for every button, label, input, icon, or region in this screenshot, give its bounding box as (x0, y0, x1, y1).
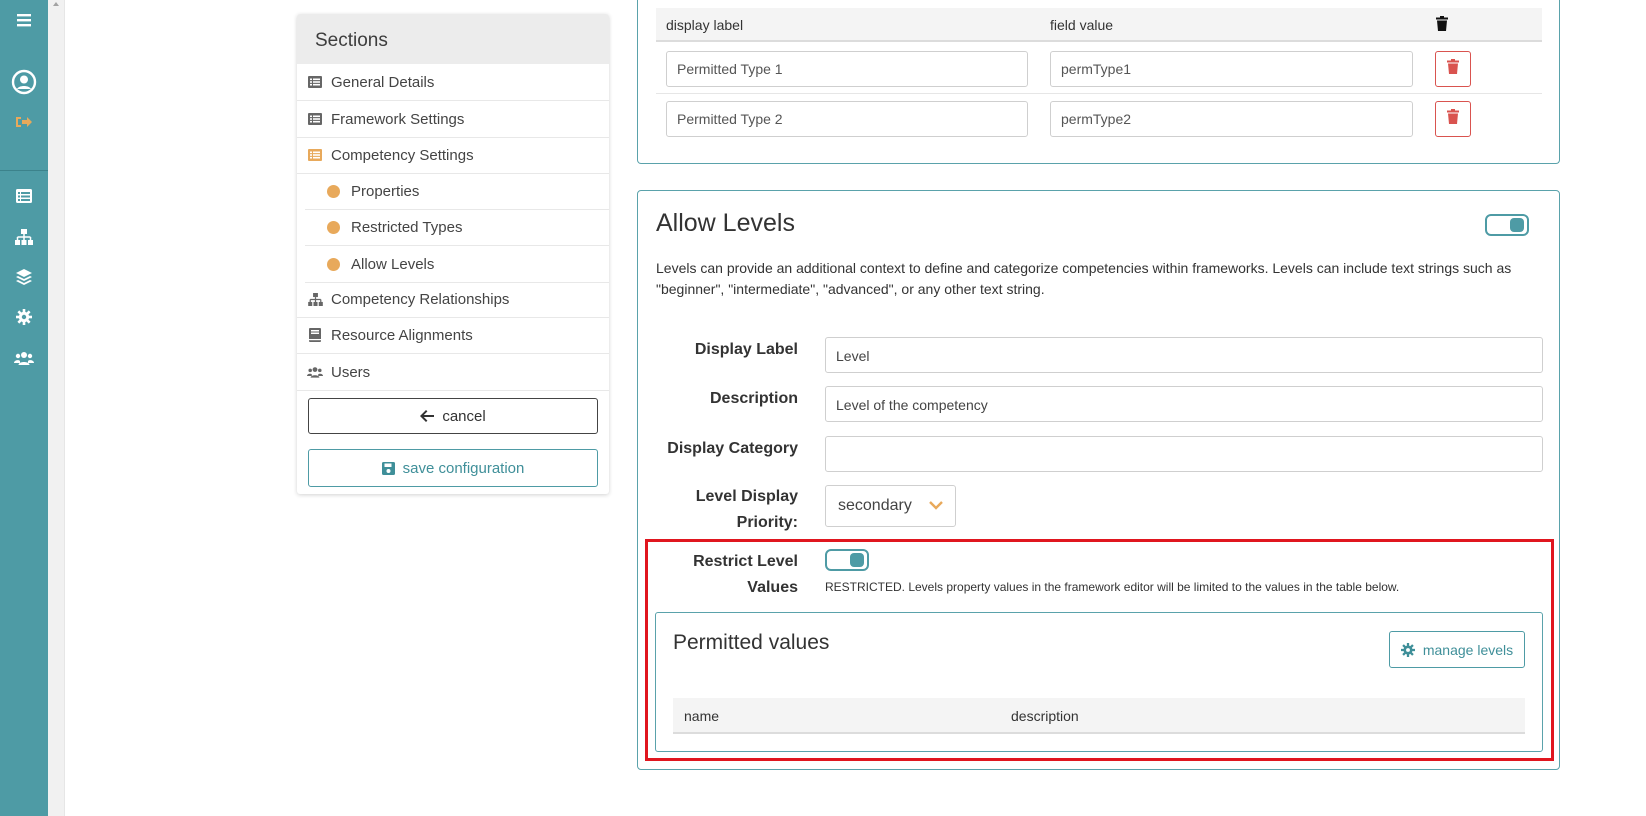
trash-icon (1447, 59, 1459, 79)
header-description: description (1011, 708, 1079, 724)
section-general-details[interactable]: General Details (297, 64, 609, 101)
gear-icon[interactable] (0, 308, 48, 326)
delete-row-button[interactable] (1435, 101, 1471, 137)
allow-levels-toggle[interactable] (1485, 214, 1529, 236)
section-label: Users (331, 363, 371, 381)
display-label-field[interactable]: Level (825, 337, 1543, 373)
dot-icon (327, 257, 340, 271)
section-label: Allow Levels (351, 255, 435, 273)
header-name: name (684, 708, 720, 724)
users-icon[interactable] (0, 349, 48, 367)
display-label-input[interactable]: Permitted Type 1 (666, 51, 1028, 87)
display-label-input[interactable]: Permitted Type 2 (666, 101, 1028, 137)
delete-row-button[interactable] (1435, 51, 1471, 87)
table-row: Permitted Type 2 permType2 (656, 94, 1542, 144)
field-value-input[interactable]: permType1 (1050, 51, 1413, 87)
hamburger-menu-icon[interactable] (0, 10, 48, 30)
section-label: Competency Relationships (331, 290, 510, 308)
manage-levels-button[interactable]: manage levels (1389, 631, 1525, 668)
sections-panel: Sections General Details Framework Setti… (297, 14, 609, 494)
dot-icon (327, 184, 340, 198)
section-allow-levels[interactable]: Allow Levels (305, 246, 609, 283)
sitemap-icon[interactable] (0, 228, 48, 246)
level-display-priority-label: Level Display Priority: (695, 488, 798, 531)
allow-levels-title: Allow Levels (656, 209, 795, 237)
header-display-label: display label (666, 17, 744, 33)
permitted-values-card: Permitted values manage levels name desc… (655, 612, 1543, 752)
section-label: Restricted Types (351, 218, 463, 236)
book-icon (307, 327, 323, 343)
trash-icon[interactable] (1436, 16, 1448, 34)
section-restricted-types[interactable]: Restricted Types (305, 209, 609, 246)
section-properties[interactable]: Properties (305, 173, 609, 210)
gear-icon (1400, 642, 1415, 657)
users-icon (307, 364, 323, 380)
dot-icon (327, 220, 340, 234)
left-nav-rail (0, 0, 48, 816)
display-category-label: Display Category (667, 440, 798, 457)
description-field[interactable]: Level of the competency (825, 386, 1543, 422)
user-circle-icon[interactable] (0, 68, 48, 96)
sitemap-icon (307, 291, 323, 307)
trash-icon (1447, 109, 1459, 129)
types-table-header: display label field value (656, 8, 1542, 42)
restricted-types-card: display label field value Permitted Type… (637, 0, 1560, 164)
list-alt-icon (307, 111, 323, 127)
section-label: Framework Settings (331, 110, 465, 128)
section-framework-settings[interactable]: Framework Settings (297, 101, 609, 138)
description-label: Description (709, 390, 798, 407)
field-value-input[interactable]: permType2 (1050, 101, 1413, 137)
list-icon[interactable] (0, 187, 48, 205)
section-resource-alignments[interactable]: Resource Alignments (297, 317, 609, 354)
manage-levels-label: manage levels (1422, 641, 1514, 658)
layers-icon[interactable] (0, 268, 48, 286)
section-label: Properties (351, 182, 420, 200)
list-alt-icon (307, 147, 323, 163)
section-users[interactable]: Users (297, 354, 609, 391)
arrow-left-icon (420, 410, 435, 422)
section-label: Resource Alignments (331, 326, 473, 344)
sections-title: Sections (297, 14, 609, 64)
allow-levels-description: Levels can provide an additional context… (656, 260, 1512, 297)
section-competency-relationships[interactable]: Competency Relationships (297, 281, 609, 318)
table-row: Permitted Type 1 permType1 (656, 44, 1542, 94)
display-label-label: Display Label (694, 341, 798, 358)
section-competency-settings[interactable]: Competency Settings (297, 137, 609, 174)
cancel-button[interactable]: cancel (308, 398, 598, 434)
save-icon (381, 461, 395, 475)
save-label: save configuration (402, 459, 525, 477)
section-label: General Details (331, 73, 435, 91)
permitted-values-header: name description (673, 698, 1525, 734)
sign-out-icon[interactable] (0, 112, 48, 132)
section-label: Competency Settings (331, 146, 474, 164)
scrollbar[interactable] (48, 0, 65, 816)
level-display-priority-select[interactable]: secondary (825, 485, 956, 527)
header-field-value: field value (1050, 17, 1114, 33)
display-category-field[interactable] (825, 436, 1543, 472)
chevron-down-icon (929, 497, 943, 515)
permitted-values-title: Permitted values (673, 631, 830, 654)
select-value: secondary (838, 497, 912, 514)
list-alt-icon (307, 74, 323, 90)
cancel-label: cancel (442, 407, 486, 425)
save-configuration-button[interactable]: save configuration (308, 449, 598, 487)
